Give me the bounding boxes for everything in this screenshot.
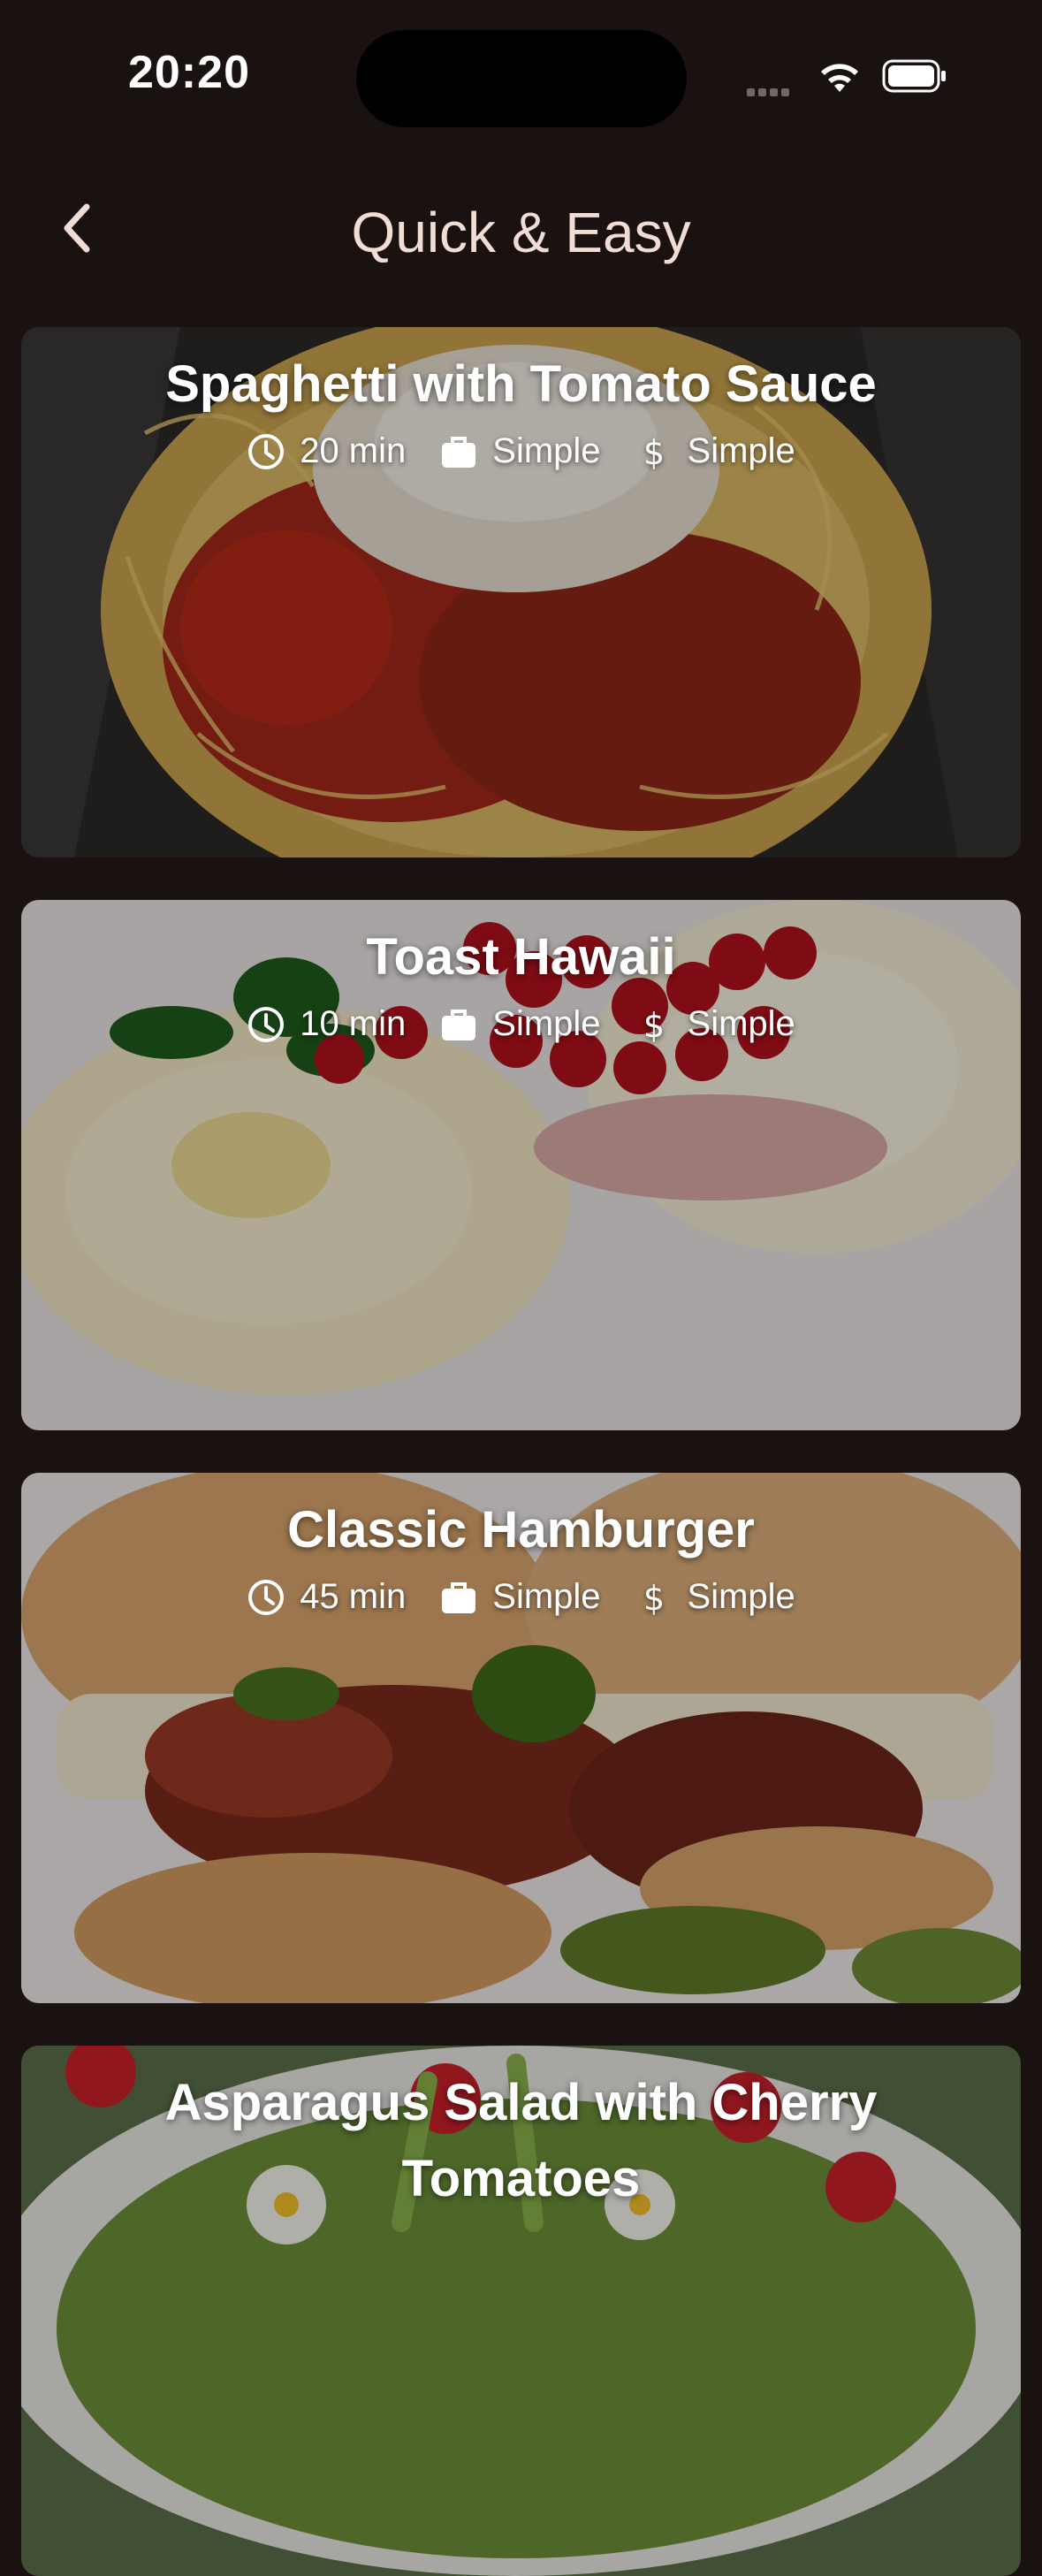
meal-title: Asparagus Salad with Cherry Tomatoes (164, 2074, 878, 2207)
complexity-text: Simple (492, 1004, 601, 1043)
meal-card-classic-hamburger[interactable]: Classic Hamburger 45 min Simple $ Simple (21, 1473, 1021, 2003)
affordability-text: Simple (687, 1004, 795, 1043)
meal-info: Toast Hawaii 10 min Simple $ Simple (21, 919, 1021, 1044)
dollar-icon: $ (643, 1006, 664, 1044)
status-bar: 20:20 (0, 0, 1042, 150)
cellular-signal-icon (747, 85, 793, 101)
briefcase-icon (442, 1009, 476, 1040)
affordability-text: Simple (687, 431, 795, 470)
meal-meta: 45 min Simple $ Simple (21, 1577, 1021, 1617)
meal-info: Classic Hamburger 45 min Simple $ Simple (21, 1492, 1021, 1617)
meal-title: Toast Hawaii (366, 928, 676, 986)
svg-text:$: $ (643, 1006, 664, 1044)
meal-complexity: Simple (439, 431, 601, 471)
duration-text: 20 min (300, 431, 407, 470)
complexity-text: Simple (492, 431, 601, 470)
meal-info: Asparagus Salad with Cherry Tomatoes (21, 2065, 1021, 2217)
dollar-icon: $ (643, 1579, 664, 1617)
meal-card-toast-hawaii[interactable]: Toast Hawaii 10 min Simple $ Simple (21, 900, 1021, 1430)
app-bar: Quick & Easy (0, 177, 1042, 292)
duration-text: 10 min (300, 1004, 407, 1043)
meal-duration: 20 min (247, 431, 406, 471)
wifi-icon (821, 64, 858, 92)
meal-card-asparagus-salad[interactable]: Asparagus Salad with Cherry Tomatoes (21, 2046, 1021, 2576)
meal-title: Classic Hamburger (287, 1501, 755, 1559)
briefcase-icon (442, 1581, 476, 1613)
duration-text: 45 min (300, 1577, 407, 1616)
meal-meta: 10 min Simple $ Simple (21, 1004, 1021, 1044)
svg-text:$: $ (643, 433, 664, 471)
svg-text:$: $ (643, 1579, 664, 1617)
clock-icon (248, 1579, 285, 1615)
status-time: 20:20 (128, 47, 250, 98)
dollar-icon: $ (643, 433, 664, 471)
page-title: Quick & Easy (351, 201, 691, 264)
meal-duration: 45 min (247, 1577, 406, 1617)
meal-meta: 20 min Simple $ Simple (21, 431, 1021, 471)
clock-icon (248, 433, 285, 469)
meal-duration: 10 min (247, 1004, 406, 1044)
meal-info: Spaghetti with Tomato Sauce 20 min Simpl… (21, 347, 1021, 471)
meal-affordability: $ Simple (635, 1577, 795, 1617)
meal-affordability: $ Simple (635, 1004, 795, 1044)
meal-affordability: $ Simple (635, 431, 795, 471)
briefcase-icon (442, 436, 476, 468)
affordability-text: Simple (687, 1577, 795, 1616)
meal-card-spaghetti[interactable]: Spaghetti with Tomato Sauce 20 min Simpl… (21, 327, 1021, 857)
complexity-text: Simple (492, 1577, 601, 1616)
meal-complexity: Simple (439, 1577, 601, 1617)
clock-icon (248, 1006, 285, 1042)
meal-title: Spaghetti with Tomato Sauce (165, 355, 877, 413)
meal-complexity: Simple (439, 1004, 601, 1044)
dynamic-island (356, 30, 687, 127)
battery-icon (882, 59, 946, 93)
